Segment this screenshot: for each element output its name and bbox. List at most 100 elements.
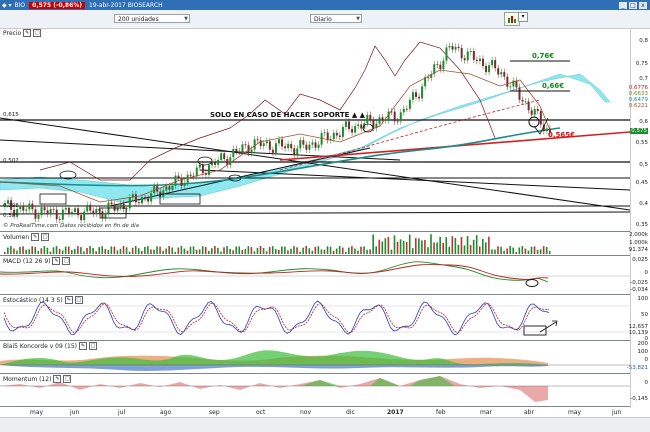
- candle-body: [220, 153, 223, 160]
- volume-bar: [180, 246, 183, 254]
- candle-body: [344, 121, 347, 127]
- macd-chart[interactable]: [0, 256, 630, 294]
- stochastic-chart[interactable]: [0, 296, 630, 340]
- volume-bar: [287, 250, 289, 254]
- volume-chart[interactable]: [0, 233, 630, 255]
- candle-body: [481, 58, 484, 66]
- candle-body: [536, 109, 539, 112]
- volume-bar: [512, 247, 515, 254]
- axis-tick: 0: [644, 357, 649, 363]
- volume-bar: [150, 249, 152, 254]
- candle-body: [235, 148, 238, 152]
- units-select[interactable]: 200 unidades ▼: [114, 14, 190, 23]
- candle-body: [223, 153, 226, 159]
- panel-separator: [0, 406, 630, 407]
- volume-bar: [396, 241, 399, 254]
- month-label: may: [568, 409, 582, 416]
- candle-body: [250, 149, 253, 154]
- volume-bar: [411, 248, 414, 254]
- candle-body: [533, 109, 536, 115]
- month-label: oct: [256, 409, 266, 416]
- volume-bar: [49, 251, 52, 254]
- candle-body: [436, 64, 439, 66]
- candle-body: [141, 196, 143, 204]
- volume-bar: [40, 248, 43, 254]
- dropdown-chevron-icon[interactable]: ▾: [518, 12, 528, 22]
- candle-body: [180, 177, 183, 186]
- volume-bar: [211, 248, 213, 254]
- candle-body: [86, 204, 89, 212]
- axis-tick: 2.000k: [629, 232, 648, 238]
- candle-body: [31, 203, 34, 210]
- volume-bar: [290, 248, 292, 254]
- level-label: 0,615: [3, 112, 19, 118]
- candle-body: [67, 207, 70, 214]
- close-button[interactable]: x: [639, 1, 647, 9]
- candle-body: [323, 132, 326, 134]
- volume-bar: [387, 236, 390, 254]
- volume-bar: [250, 247, 253, 254]
- volume-bar: [141, 250, 143, 254]
- volume-bar: [430, 234, 432, 254]
- candle-body: [503, 72, 506, 77]
- candle-body: [137, 202, 140, 204]
- axis-tick: -0,025: [630, 280, 648, 286]
- volume-bar: [539, 249, 542, 254]
- volume-bar: [162, 250, 164, 254]
- window-title-bar: ◆ ▾ BIO 0,575 (-0,86%) 19-abr-2017 BIOSE…: [0, 0, 650, 10]
- month-label: abr: [524, 409, 534, 416]
- candle-body: [341, 126, 344, 137]
- volume-bar: [472, 239, 475, 254]
- candle-body: [265, 141, 268, 144]
- volume-bar: [326, 246, 329, 254]
- volume-bar: [58, 248, 61, 254]
- koncorde-chart[interactable]: [0, 341, 630, 373]
- volume-bar: [436, 242, 438, 254]
- momentum-chart[interactable]: [0, 374, 630, 406]
- candle-body: [445, 47, 448, 61]
- horizontal-scrollbar[interactable]: [0, 417, 650, 432]
- period-select[interactable]: Diario ▼: [310, 14, 362, 23]
- volume-bar: [183, 248, 186, 254]
- level-label: 0,502: [3, 158, 19, 164]
- volume-bar: [19, 246, 21, 254]
- volume-bar: [457, 244, 460, 254]
- candle-body: [174, 175, 177, 186]
- volume-bar: [34, 246, 37, 254]
- candle-body: [189, 174, 192, 176]
- volume-bar: [86, 247, 88, 254]
- volume-bar: [177, 247, 180, 254]
- candle-body: [469, 51, 472, 52]
- annotation-rect: [99, 207, 127, 219]
- candle-body: [229, 157, 232, 166]
- volume-bar: [214, 246, 216, 254]
- candle-body: [70, 212, 73, 214]
- volume-bar: [332, 250, 335, 254]
- candle-body: [427, 77, 430, 79]
- volume-bar: [341, 247, 344, 254]
- volume-bar: [293, 246, 295, 254]
- maximize-button[interactable]: □: [629, 1, 637, 9]
- axis-tick: 0,45: [635, 180, 648, 186]
- volume-bar: [433, 242, 435, 254]
- volume-bar: [223, 247, 225, 254]
- minimize-button[interactable]: _: [619, 1, 627, 9]
- candle-body: [305, 144, 308, 150]
- volume-bar: [37, 251, 40, 254]
- volume-bar: [74, 249, 76, 254]
- candle-body: [153, 185, 156, 194]
- volume-bar: [311, 250, 314, 254]
- month-label: sep: [209, 409, 220, 416]
- volume-bar: [491, 249, 493, 254]
- month-label: dic: [346, 409, 355, 416]
- volume-bar: [497, 246, 499, 254]
- candle-body: [25, 209, 28, 211]
- volume-bar: [80, 247, 82, 254]
- candle-body: [241, 144, 244, 152]
- candle-body: [509, 86, 512, 88]
- axis-tick: -53,821: [626, 365, 648, 371]
- candle-body: [217, 159, 220, 165]
- volume-bar: [95, 251, 97, 254]
- candle-body: [244, 144, 247, 146]
- price-tag: 0,6221: [628, 103, 648, 109]
